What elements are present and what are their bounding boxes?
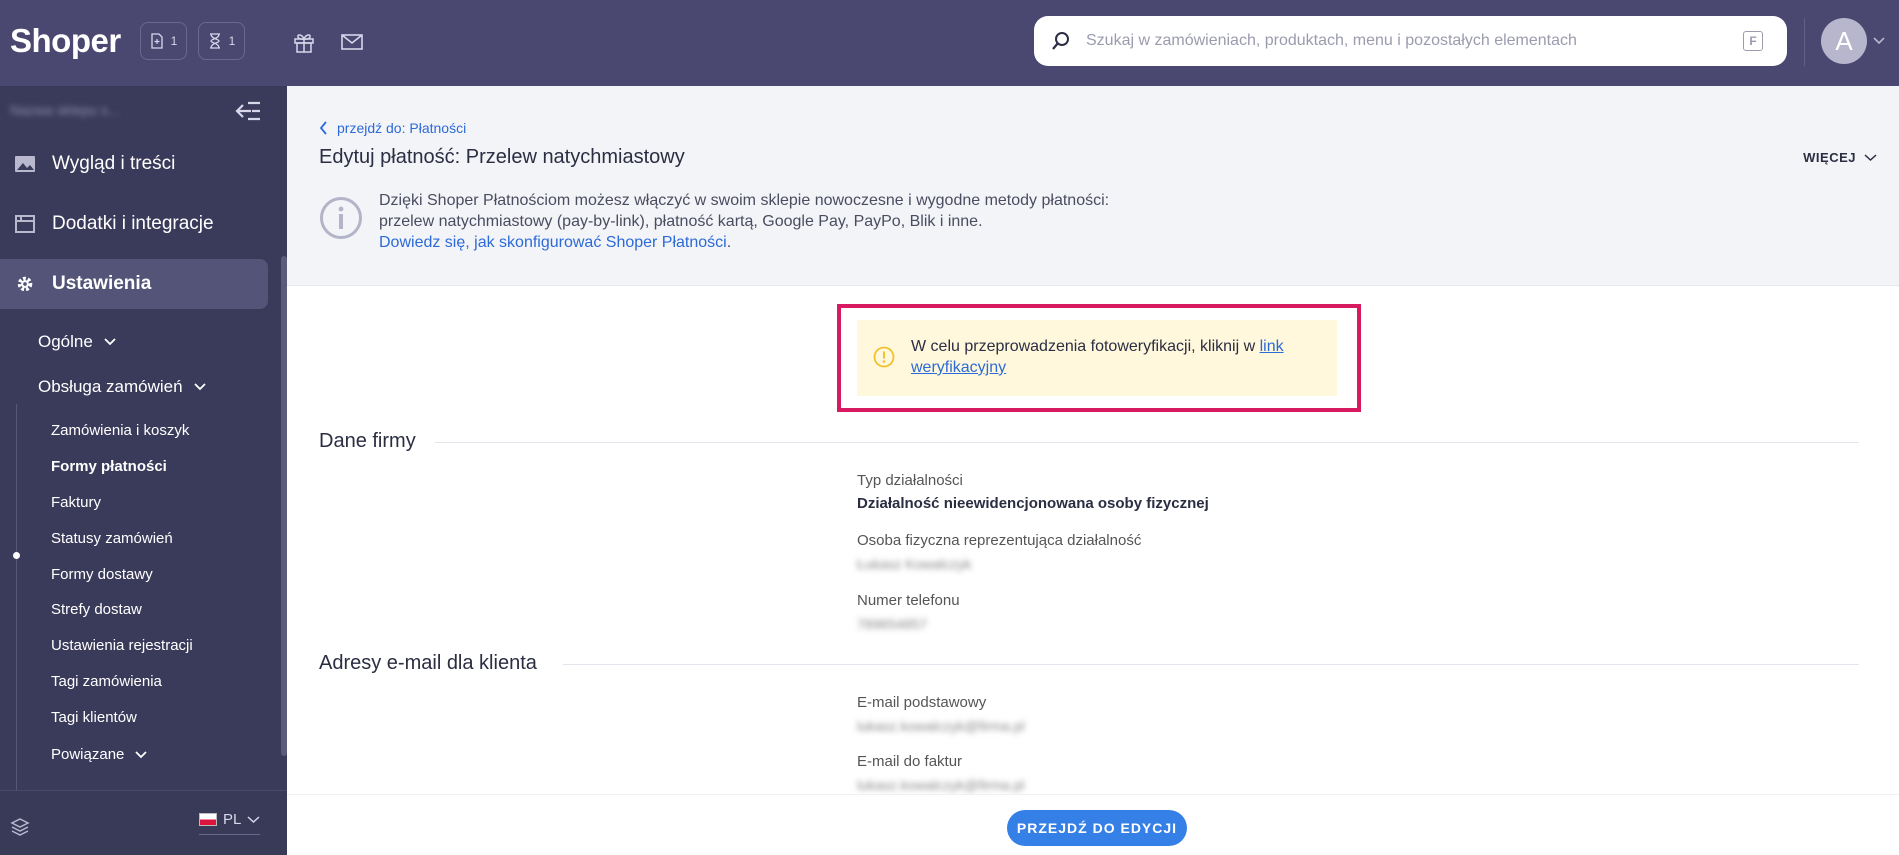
sidebar-subitem-shipping-zones[interactable]: Strefy dostaw — [51, 601, 142, 618]
gift-icon[interactable] — [292, 30, 316, 54]
chevron-down-icon — [1864, 154, 1877, 162]
info-line: przelew natychmiastowy (pay-by-link), pł… — [379, 213, 983, 230]
phone-value: 789654857 — [857, 616, 928, 632]
sidebar-subitem-customer-tags[interactable]: Tagi klientów — [51, 709, 137, 726]
chevron-down-icon[interactable] — [1872, 34, 1886, 48]
info-icon — [320, 197, 362, 239]
notice-text: W celu przeprowadzenia fotoweryfikacji, … — [911, 336, 1321, 378]
chevron-down-icon — [135, 750, 148, 758]
pending-chip-count: 1 — [228, 34, 236, 48]
active-indicator-dot — [13, 552, 20, 559]
orders-chip-count: 1 — [170, 34, 178, 48]
chevron-down-icon — [247, 816, 260, 824]
section-divider — [563, 664, 1859, 665]
info-link-suffix: . — [726, 234, 732, 251]
representative-label: Osoba fizyczna reprezentująca działalnoś… — [857, 532, 1142, 549]
search-shortcut-hint: F — [1743, 31, 1763, 51]
payments-info-box: Dzięki Shoper Płatnościom możesz włączyć… — [379, 190, 1109, 253]
page-header: przejdź do: Płatności Edytuj płatność: P… — [287, 86, 1899, 286]
hourglass-icon — [209, 33, 220, 49]
language-selector[interactable]: PL — [199, 811, 261, 835]
global-search: F — [1034, 16, 1787, 66]
document-icon — [151, 33, 163, 49]
verification-notice: W celu przeprowadzenia fotoweryfikacji, … — [857, 320, 1337, 396]
notice-message: W celu przeprowadzenia fotoweryfikacji, … — [911, 338, 1260, 355]
user-avatar[interactable]: A — [1821, 18, 1867, 64]
sidebar-group-orders[interactable]: Obsługa zamówień — [38, 377, 207, 397]
shoper-logo[interactable]: Shoper — [10, 22, 121, 60]
sidebar-item-label: Ustawienia — [52, 273, 152, 294]
business-type-label: Typ działalności — [857, 472, 963, 489]
window-icon — [15, 215, 35, 233]
page-title: Edytuj płatność: Przelew natychmiastowy — [319, 146, 685, 168]
primary-email-value: lukasz.kowalczyk@firma.pl — [857, 718, 1025, 734]
sidebar-group-label: Obsługa zamówień — [38, 377, 183, 396]
pending-chip[interactable]: 1 — [198, 22, 245, 60]
go-to-edit-button[interactable]: PRZEJDŹ DO EDYCJI — [1007, 810, 1187, 846]
sidebar-subitem-invoices[interactable]: Faktury — [51, 494, 101, 511]
configure-payments-link[interactable]: Dowiedz się, jak skonfigurować Shoper Pł… — [379, 234, 727, 251]
main-content: przejdź do: Płatności Edytuj płatność: P… — [287, 86, 1899, 855]
sidebar-item-appearance[interactable]: Wygląd i treści — [0, 139, 268, 189]
sidebar-group-general[interactable]: Ogólne — [38, 332, 117, 352]
sidebar: Nazwa sklepu s... Wygląd i treści Dodatk… — [0, 86, 287, 855]
sidebar-subitem-payment-methods[interactable]: Formy płatności — [51, 458, 167, 475]
chevron-down-icon — [193, 383, 206, 391]
poland-flag-icon — [199, 813, 217, 826]
sidebar-subitem-order-statuses[interactable]: Statusy zamówień — [51, 530, 173, 547]
layers-icon[interactable] — [10, 817, 30, 837]
breadcrumb-label: przejdź do: Płatności — [337, 120, 467, 136]
sidebar-item-addons[interactable]: Dodatki i integracje — [0, 199, 268, 249]
sidebar-subitem-registration-settings[interactable]: Ustawienia rejestracji — [51, 637, 193, 654]
phone-label: Numer telefonu — [857, 592, 960, 609]
sidebar-group-related[interactable]: Powiązane — [51, 746, 148, 763]
sidebar-group-label: Ogólne — [38, 332, 93, 351]
search-icon — [1052, 32, 1069, 50]
sidebar-subitem-order-tags[interactable]: Tagi zamówienia — [51, 673, 162, 690]
search-input[interactable] — [1086, 26, 1726, 56]
action-bar: PRZEJDŹ DO EDYCJI — [287, 794, 1899, 855]
mail-icon[interactable] — [340, 30, 364, 54]
chevron-left-icon — [319, 121, 327, 135]
section-title-company: Dane firmy — [319, 430, 416, 452]
representative-value: Łukasz Kowalczyk — [857, 556, 972, 572]
more-button-label: WIĘCEJ — [1803, 150, 1856, 165]
breadcrumb[interactable]: przejdź do: Płatności — [319, 120, 466, 136]
sidebar-subitem-orders-cart[interactable]: Zamówienia i koszyk — [51, 422, 189, 439]
more-button[interactable]: WIĘCEJ — [1803, 150, 1877, 165]
top-bar: Shoper 1 1 F A — [0, 0, 1899, 86]
sidebar-item-label: Wygląd i treści — [52, 153, 176, 174]
submenu-guide-line — [16, 404, 17, 855]
section-title-emails: Adresy e-mail dla klienta — [319, 652, 537, 674]
sidebar-subitem-shipping-methods[interactable]: Formy dostawy — [51, 566, 153, 583]
shop-name: Nazwa sklepu s... — [10, 102, 120, 118]
primary-email-label: E-mail podstawowy — [857, 694, 987, 711]
info-line: Dzięki Shoper Płatnościom możesz włączyć… — [379, 192, 1110, 209]
sidebar-item-settings[interactable]: Ustawienia — [0, 259, 268, 309]
business-type-value: Działalność nieewidencjonowana osoby fiz… — [857, 495, 1209, 512]
section-divider — [435, 442, 1859, 443]
sidebar-group-label: Powiązane — [51, 746, 125, 763]
sidebar-item-label: Dodatki i integracje — [52, 213, 214, 234]
language-label: PL — [223, 811, 242, 828]
sidebar-footer: PL — [0, 790, 287, 855]
invoice-email-value: lukasz.kowalczyk@firma.pl — [857, 777, 1025, 793]
invoice-email-label: E-mail do faktur — [857, 753, 963, 770]
orders-chip[interactable]: 1 — [140, 22, 187, 60]
collapse-sidebar-icon[interactable] — [234, 100, 262, 122]
gear-icon — [17, 276, 33, 292]
warning-info-icon — [873, 346, 895, 368]
topbar-divider — [1804, 18, 1805, 66]
image-icon — [15, 156, 35, 172]
chevron-down-icon — [104, 338, 116, 346]
